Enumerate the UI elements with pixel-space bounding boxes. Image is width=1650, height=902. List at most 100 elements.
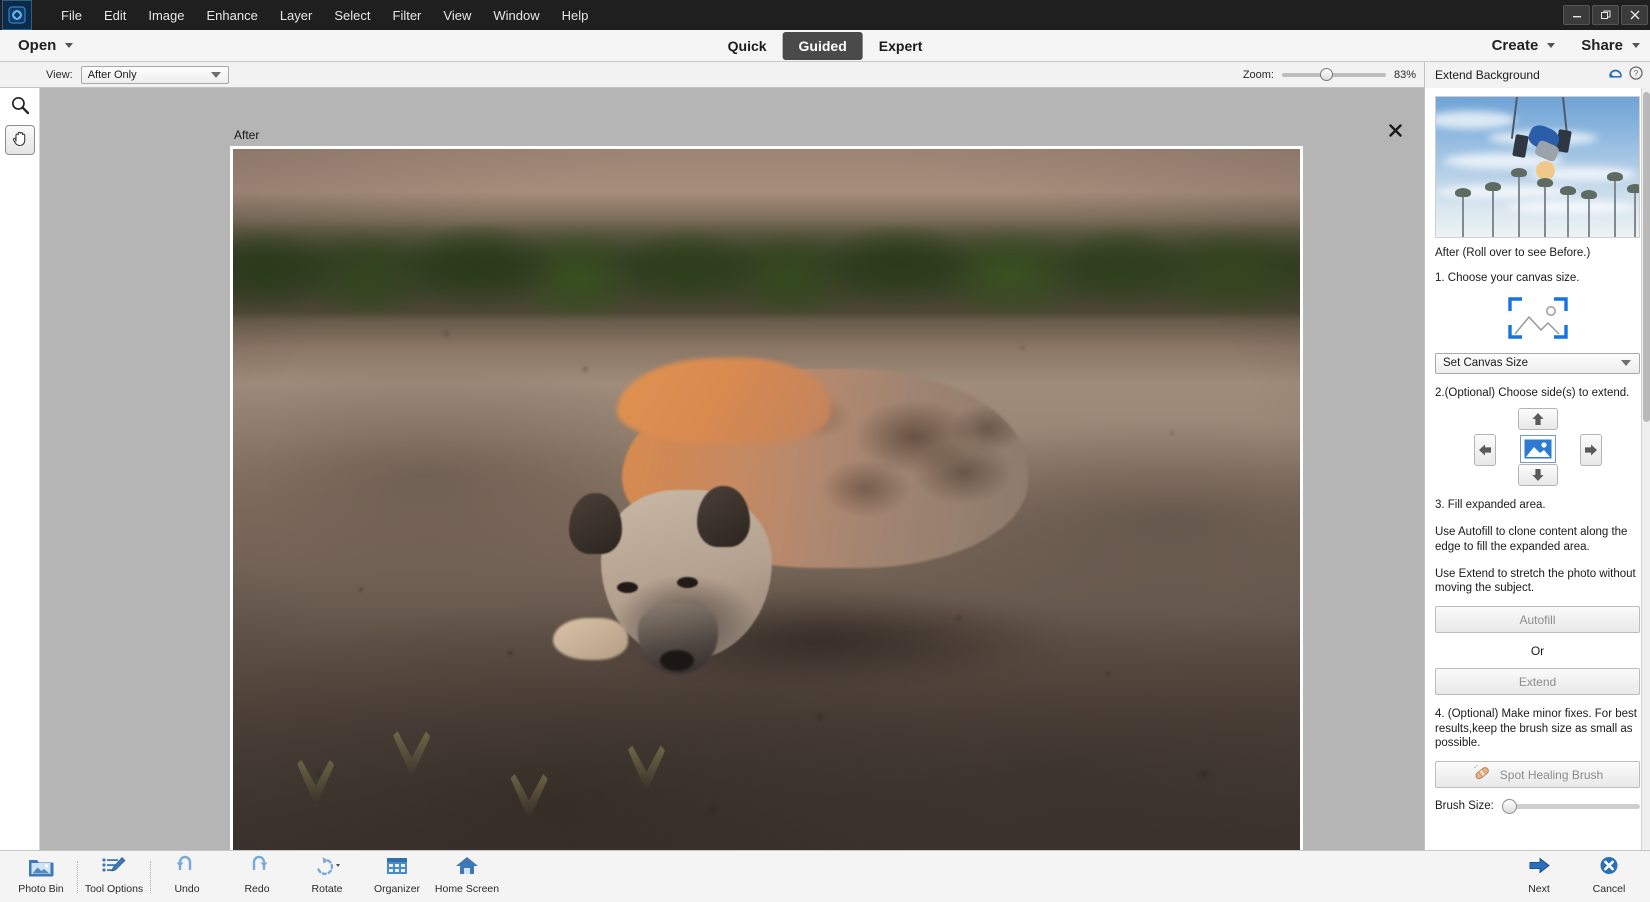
close-document-icon[interactable] <box>1389 124 1402 141</box>
extend-button[interactable]: Extend <box>1435 668 1640 696</box>
preview-caption: After (Roll over to see Before.) <box>1435 247 1591 259</box>
brush-size-slider-thumb[interactable] <box>1501 798 1517 814</box>
document-canvas[interactable] <box>230 146 1303 850</box>
menu-item-edit[interactable]: Edit <box>93 4 137 27</box>
menu-item-select[interactable]: Select <box>323 4 381 27</box>
help-icon[interactable]: ? <box>1629 66 1643 85</box>
photo-grass-band <box>233 223 1300 316</box>
brush-size-label: Brush Size: <box>1435 800 1494 813</box>
undo-button[interactable]: Undo <box>152 855 222 898</box>
menu-item-window[interactable]: Window <box>482 4 550 27</box>
panel-title: Extend Background <box>1435 68 1540 82</box>
extend-left-button[interactable] <box>1473 434 1496 467</box>
rotate-button[interactable]: Rotate <box>292 855 362 898</box>
menu-item-help[interactable]: Help <box>551 4 600 27</box>
cancel-label: Cancel <box>1592 883 1626 895</box>
photoshop-elements-logo[interactable] <box>2 0 32 30</box>
divider <box>150 860 151 893</box>
view-control: View: After Only <box>46 65 229 84</box>
step-2-text: 2.(Optional) Choose side(s) to extend. <box>1435 386 1630 399</box>
view-select-value: After Only <box>87 68 137 81</box>
redo-button[interactable]: Redo <box>222 855 292 898</box>
divider <box>77 860 78 893</box>
panel-scrollbar-thumb[interactable] <box>1643 92 1650 422</box>
brush-size-slider[interactable] <box>1501 798 1640 814</box>
restore-icon[interactable] <box>1592 5 1619 25</box>
create-button[interactable]: Create <box>1492 37 1556 54</box>
tool-options-icon <box>101 855 127 882</box>
undo-arc-icon[interactable] <box>1608 66 1623 85</box>
tab-quick[interactable]: Quick <box>712 32 783 60</box>
photo-bin-icon <box>28 855 54 882</box>
zoom-tool-button[interactable] <box>5 92 35 122</box>
chevron-down-icon[interactable] <box>1632 43 1640 48</box>
cancel-icon <box>1596 855 1622 882</box>
chevron-down-icon[interactable] <box>1547 43 1556 48</box>
hand-tool-button[interactable] <box>4 125 35 155</box>
mode-bar-right: Create Share <box>1492 37 1640 54</box>
panel-content: After (Roll over to see Before.) 1. Choo… <box>1425 88 1650 850</box>
view-label: View: <box>46 68 73 81</box>
set-canvas-size-select[interactable]: Set Canvas Size <box>1435 352 1640 374</box>
menu-item-layer[interactable]: Layer <box>269 4 324 27</box>
view-select[interactable]: After Only <box>80 65 229 84</box>
photo-hyena-mane <box>617 358 831 444</box>
spot-healing-label: Spot Healing Brush <box>1499 767 1604 782</box>
hand-icon <box>10 128 30 153</box>
crop-frame-icon <box>1507 296 1569 345</box>
menu-item-enhance[interactable]: Enhance <box>196 4 269 27</box>
home-screen-button[interactable]: Home Screen <box>432 855 502 898</box>
menu-item-view[interactable]: View <box>432 4 482 27</box>
magnifier-icon <box>10 95 30 120</box>
panel-header-icons: ? <box>1608 66 1643 85</box>
svg-text:?: ? <box>1634 68 1639 78</box>
menu-items: File Edit Image Enhance Layer Select Fil… <box>50 4 599 27</box>
panel-preview-thumbnail[interactable] <box>1435 96 1640 238</box>
extend-label: Extend <box>1518 674 1557 689</box>
next-button[interactable]: Next <box>1504 855 1574 898</box>
extend-up-button[interactable] <box>1517 408 1558 431</box>
photo-bin-label: Photo Bin <box>18 883 64 895</box>
photo-hyena-on-ground <box>233 149 1300 850</box>
home-icon <box>454 855 480 882</box>
extend-down-button[interactable] <box>1517 464 1558 487</box>
zoom-slider-thumb[interactable] <box>1319 67 1333 81</box>
spot-healing-brush-button[interactable]: Spot Healing Brush <box>1435 761 1640 789</box>
open-button[interactable]: Open <box>18 37 74 54</box>
chevron-down-icon[interactable] <box>1621 360 1631 367</box>
open-label: Open <box>18 37 57 54</box>
cancel-button[interactable]: Cancel <box>1574 855 1644 898</box>
organizer-button[interactable]: Organizer <box>362 855 432 898</box>
or-label: Or <box>1530 644 1545 659</box>
menu-item-filter[interactable]: Filter <box>382 4 433 27</box>
extend-right-button[interactable] <box>1579 434 1602 467</box>
chevron-down-icon[interactable] <box>65 43 74 48</box>
undo-label: Undo <box>174 883 200 895</box>
panel-header: Extend Background ? <box>1424 62 1650 88</box>
menu-item-file[interactable]: File <box>50 4 93 27</box>
photo-bin-button[interactable]: Photo Bin <box>6 855 76 898</box>
undo-icon <box>174 855 200 882</box>
next-arrow-icon <box>1526 855 1552 882</box>
bottom-bar: Photo Bin Tool Options Undo Redo Rotate … <box>0 850 1650 902</box>
chevron-down-icon[interactable] <box>210 71 221 78</box>
zoom-label: Zoom: <box>1242 68 1274 81</box>
menu-item-image[interactable]: Image <box>137 4 195 27</box>
canvas-workspace[interactable]: After <box>40 88 1424 850</box>
panel-scrollbar[interactable] <box>1641 88 1650 850</box>
minimize-icon[interactable] <box>1563 5 1590 25</box>
redo-label: Redo <box>244 883 270 895</box>
autofill-label: Autofill <box>1519 612 1556 627</box>
photo-hyena-nose <box>659 649 694 671</box>
tab-guided[interactable]: Guided <box>782 31 863 60</box>
window-controls <box>1561 0 1648 30</box>
zoom-slider[interactable] <box>1282 67 1386 81</box>
autofill-button[interactable]: Autofill <box>1435 606 1640 634</box>
rotate-icon <box>312 855 342 882</box>
share-button[interactable]: Share <box>1581 37 1640 54</box>
tool-options-button[interactable]: Tool Options <box>79 855 149 898</box>
mode-bar: Open Quick Guided Expert Create Share <box>0 30 1650 62</box>
tab-expert[interactable]: Expert <box>863 32 939 60</box>
close-icon[interactable] <box>1621 5 1648 25</box>
brush-size-control: Brush Size: <box>1435 798 1640 814</box>
